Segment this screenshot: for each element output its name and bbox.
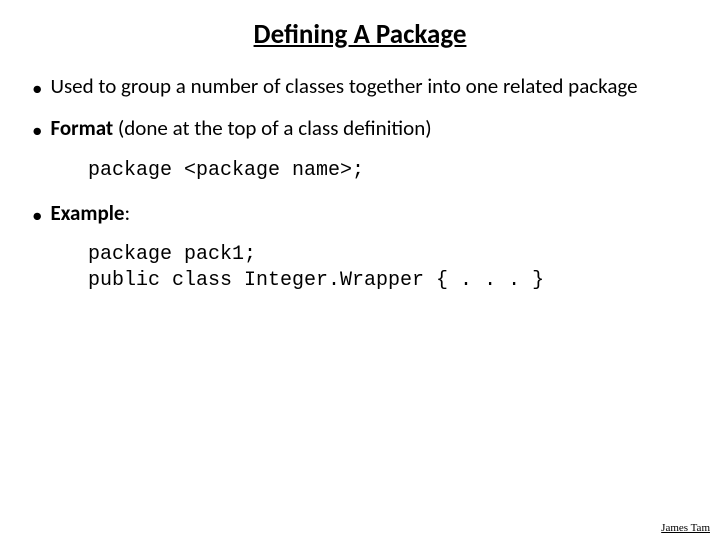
example-code-line2: public class Integer.Wrapper { . . . }	[88, 269, 544, 292]
bullet-dot: •	[32, 202, 42, 228]
format-code: package <package name>;	[88, 158, 694, 184]
slide-title: Defining A Package	[26, 18, 694, 51]
bullet-3-bold: Example	[50, 200, 124, 226]
bullet-3-content: Example:	[50, 200, 694, 226]
bullet-1-text: Used to group a number of classes togeth…	[50, 73, 694, 99]
bullet-3-rest: :	[124, 200, 130, 226]
bullet-2: • Format (done at the top of a class def…	[26, 115, 694, 143]
bullet-2-rest: (done at the top of a class definition)	[113, 115, 431, 141]
bullet-2-bold: Format	[50, 115, 113, 141]
bullet-dot: •	[32, 75, 42, 101]
example-code-line1: package pack1;	[88, 243, 256, 266]
example-code: package pack1; public class Integer.Wrap…	[88, 242, 694, 294]
bullet-2-content: Format (done at the top of a class defin…	[50, 115, 694, 141]
bullet-3: • Example:	[26, 200, 694, 228]
bullet-dot: •	[32, 117, 42, 143]
bullet-1: • Used to group a number of classes toge…	[26, 73, 694, 101]
author-footer: James Tam	[661, 522, 710, 534]
